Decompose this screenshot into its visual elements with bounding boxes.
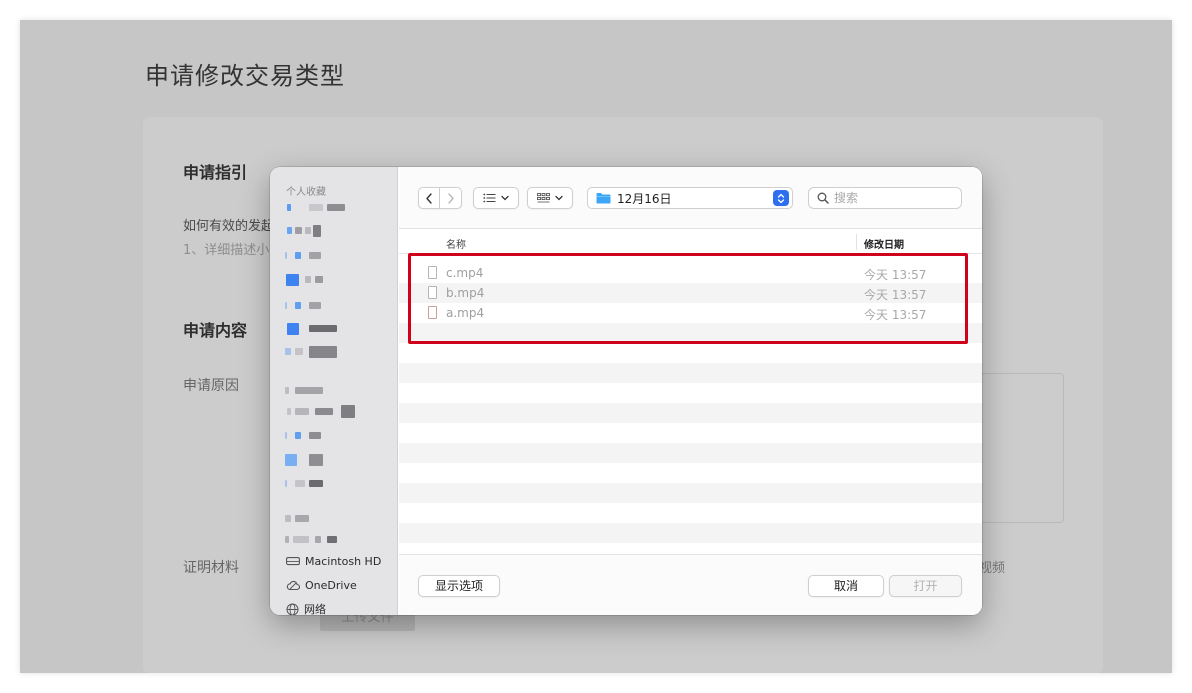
row-stripe xyxy=(399,523,982,543)
dialog-footer: 显示选项 取消 打开 xyxy=(399,554,982,615)
sidebar-item-label: OneDrive xyxy=(305,578,357,592)
grid-view-icon xyxy=(537,192,550,202)
sidebar-favorite-item[interactable] xyxy=(285,201,365,215)
file-row[interactable]: b.mp4 今天 13:57 xyxy=(399,283,982,303)
sidebar-item-label: 网络 xyxy=(304,603,326,615)
sidebar-favorite-item[interactable] xyxy=(285,322,365,336)
sidebar-favorite-item[interactable] xyxy=(285,224,365,238)
video-file-icon xyxy=(428,286,437,299)
sidebar-favorite-item[interactable] xyxy=(285,249,365,263)
sidebar-favorite-item[interactable] xyxy=(285,429,365,443)
popup-stepper xyxy=(773,190,789,206)
video-file-icon xyxy=(428,266,437,279)
sidebar-item-macintosh-hd[interactable]: Macintosh HD xyxy=(286,553,381,569)
file-list: c.mp4 今天 13:57 b.mp4 今天 13:57 a.mp4 今天 1… xyxy=(399,254,982,554)
folder-icon xyxy=(596,193,611,204)
sidebar-favorite-item[interactable] xyxy=(285,405,365,419)
folder-location-popup[interactable]: 12月16日 xyxy=(587,187,793,209)
row-stripe xyxy=(399,403,982,423)
back-button[interactable] xyxy=(418,187,440,209)
file-name: b.mp4 xyxy=(446,286,485,300)
proof-label: 证明材料 xyxy=(183,560,239,576)
file-date: 今天 13:57 xyxy=(864,268,927,282)
sidebar-favorite-item[interactable] xyxy=(285,533,365,547)
network-icon xyxy=(286,603,299,615)
sidebar-favorite-item[interactable] xyxy=(285,512,365,526)
file-open-dialog: 个人收藏 Macintosh HD OneDrive 网络 12月16日 搜索 … xyxy=(270,167,982,615)
sidebar-favorite-item[interactable] xyxy=(285,477,365,491)
search-box[interactable] xyxy=(808,187,962,209)
row-stripe xyxy=(399,363,982,383)
show-options-button[interactable]: 显示选项 xyxy=(418,575,500,597)
sidebar-favorite-item[interactable] xyxy=(285,299,365,313)
forward-button[interactable] xyxy=(440,187,462,209)
reason-label: 申请原因 xyxy=(183,378,239,394)
sidebar: 个人收藏 Macintosh HD OneDrive 网络 xyxy=(270,167,398,615)
favorites-title: 个人收藏 xyxy=(286,187,326,198)
page-title: 申请修改交易类型 xyxy=(145,62,345,90)
search-icon xyxy=(817,192,829,204)
current-folder-label: 12月16日 xyxy=(617,191,672,206)
file-name: a.mp4 xyxy=(446,306,485,320)
guide-heading: 申请指引 xyxy=(183,163,248,182)
sidebar-item-onedrive[interactable]: OneDrive xyxy=(286,577,357,593)
file-row[interactable]: c.mp4 今天 13:57 xyxy=(399,263,982,283)
sidebar-favorite-item[interactable] xyxy=(285,273,365,287)
column-header: 名称 修改日期 xyxy=(399,230,982,254)
cloud-icon xyxy=(286,580,300,591)
video-file-icon xyxy=(428,306,437,319)
guide-sub: 1、详细描述小 xyxy=(183,243,270,258)
list-view-button[interactable] xyxy=(473,187,519,209)
sidebar-item-label: Macintosh HD xyxy=(305,554,382,568)
row-stripe xyxy=(399,443,982,463)
sidebar-item-network[interactable]: 网络 xyxy=(286,601,326,615)
chevron-right-icon xyxy=(447,192,454,204)
sidebar-favorite-item[interactable] xyxy=(285,453,365,467)
row-stripe xyxy=(399,323,982,343)
open-button[interactable]: 打开 xyxy=(889,575,962,597)
chevron-down-icon xyxy=(501,195,509,201)
list-view-icon xyxy=(483,193,496,203)
file-date: 今天 13:57 xyxy=(864,308,927,322)
file-name: c.mp4 xyxy=(446,266,484,280)
sidebar-favorite-item[interactable] xyxy=(285,384,365,398)
file-row[interactable]: a.mp4 今天 13:57 xyxy=(399,303,982,323)
proof-right-text: 视频 xyxy=(979,561,1006,576)
search-input[interactable] xyxy=(834,191,944,205)
cancel-button[interactable]: 取消 xyxy=(808,575,884,597)
column-date-header[interactable]: 修改日期 xyxy=(864,236,904,251)
content-heading: 申请内容 xyxy=(183,321,248,340)
up-down-icon xyxy=(777,193,785,203)
grid-view-button[interactable] xyxy=(527,187,573,209)
column-name-header[interactable]: 名称 xyxy=(446,236,466,251)
sidebar-favorite-item[interactable] xyxy=(285,345,365,359)
toolbar: 12月16日 xyxy=(399,167,982,229)
chevron-down-icon xyxy=(555,195,563,201)
reason-textarea[interactable] xyxy=(980,373,1064,523)
disk-icon xyxy=(286,557,300,566)
file-date: 今天 13:57 xyxy=(864,288,927,302)
browser-pane: 12月16日 名称 修改日期 xyxy=(399,167,982,615)
row-stripe xyxy=(399,483,982,503)
chevron-left-icon xyxy=(426,192,432,204)
guide-text: 如何有效的发起 xyxy=(183,219,275,234)
column-divider xyxy=(856,234,857,250)
